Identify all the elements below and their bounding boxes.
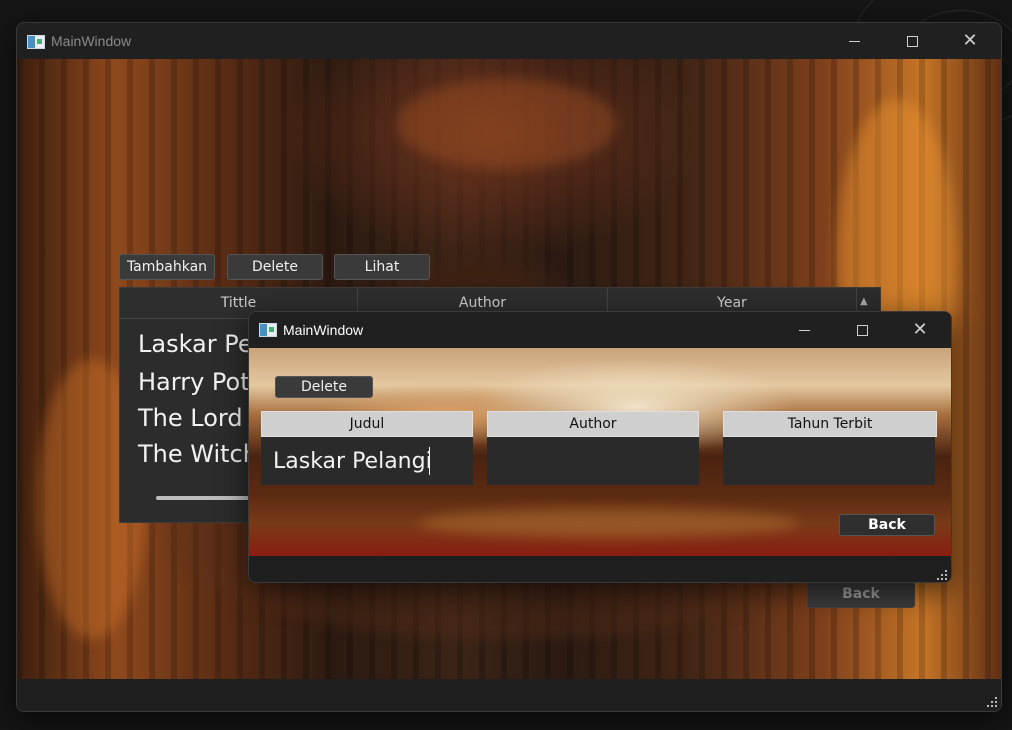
dialog-delete-button[interactable]: Delete xyxy=(275,376,373,398)
dialog-maximize-button[interactable] xyxy=(839,312,885,348)
close-button[interactable]: ✕ xyxy=(947,23,993,59)
close-icon: ✕ xyxy=(962,30,978,51)
dialog-window: MainWindow ✕ Delete Judul Author Tahun T… xyxy=(248,311,952,583)
resize-grip-icon[interactable] xyxy=(987,697,997,707)
resize-grip-icon[interactable] xyxy=(937,570,947,580)
main-status-bar xyxy=(17,679,1001,711)
delete-button[interactable]: Delete xyxy=(227,254,323,280)
view-button[interactable]: Lihat xyxy=(334,254,430,280)
main-window-title: MainWindow xyxy=(51,33,132,49)
dialog-window-title: MainWindow xyxy=(283,322,364,338)
bokeh-light xyxy=(419,508,799,538)
column-header-author[interactable]: Author xyxy=(487,411,699,437)
maximize-button[interactable] xyxy=(889,23,935,59)
app-icon xyxy=(27,35,45,49)
tahun-terbit-field[interactable] xyxy=(723,437,935,485)
close-icon: ✕ xyxy=(912,319,928,340)
minimize-button[interactable] xyxy=(831,23,877,59)
scroll-up-icon[interactable]: ▲ xyxy=(860,296,868,307)
horizontal-scrollbar[interactable] xyxy=(156,496,256,500)
column-header-tahun-terbit[interactable]: Tahun Terbit xyxy=(723,411,937,437)
minimize-icon xyxy=(848,40,860,42)
bokeh-light xyxy=(397,79,617,169)
dialog-back-button[interactable]: Back xyxy=(839,514,935,536)
judul-field[interactable]: Laskar Pelangi xyxy=(261,437,473,485)
author-field[interactable] xyxy=(487,437,699,485)
add-button[interactable]: Tambahkan xyxy=(119,254,215,280)
dialog-titlebar[interactable]: MainWindow ✕ xyxy=(249,312,951,348)
minimize-icon xyxy=(798,329,810,331)
app-icon xyxy=(259,323,277,337)
dialog-status-bar xyxy=(249,556,951,582)
main-back-button[interactable]: Back xyxy=(807,580,915,608)
judul-value: Laskar Pelangi xyxy=(273,449,432,474)
column-header-judul[interactable]: Judul xyxy=(261,411,473,437)
maximize-icon xyxy=(856,324,868,336)
text-cursor xyxy=(429,447,430,475)
main-titlebar[interactable]: MainWindow ✕ xyxy=(17,23,1001,59)
dialog-minimize-button[interactable] xyxy=(781,312,827,348)
dialog-close-button[interactable]: ✕ xyxy=(897,312,943,348)
maximize-icon xyxy=(906,35,918,47)
